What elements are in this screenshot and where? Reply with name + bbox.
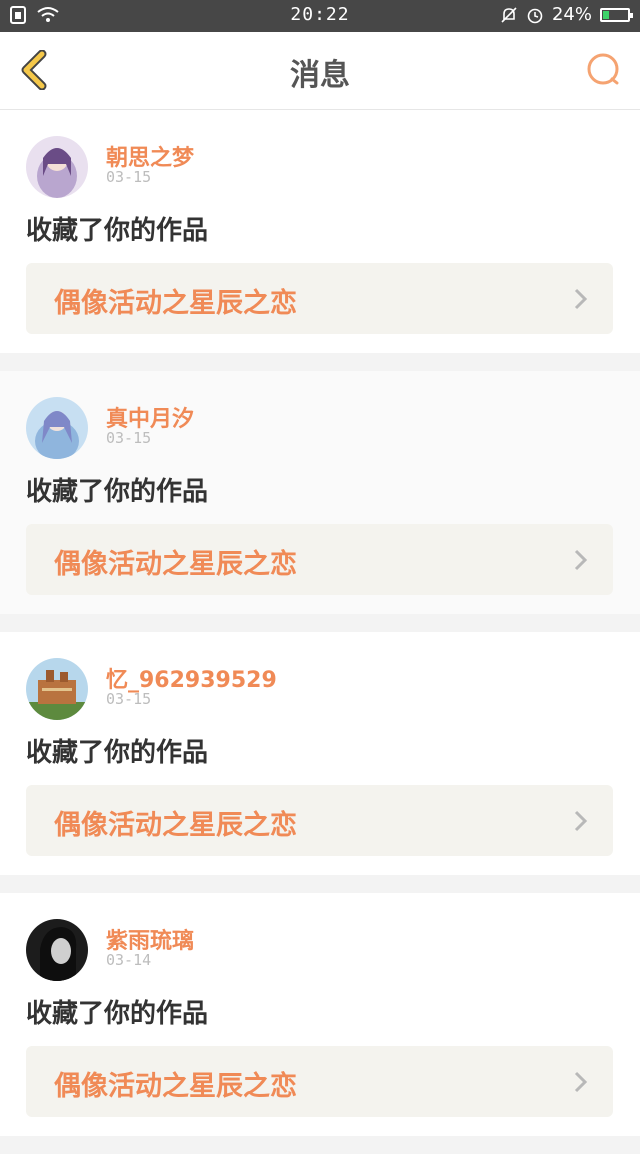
- message-date: 03-15: [106, 690, 152, 708]
- chevron-right-icon: [574, 549, 588, 571]
- search-icon[interactable]: [586, 52, 622, 88]
- message-card: 真中月汐 03-15 收藏了你的作品 偶像活动之星辰之恋: [0, 371, 640, 614]
- message-date: 03-15: [106, 168, 152, 186]
- avatar[interactable]: [26, 397, 88, 459]
- header-bar: 消息: [0, 32, 640, 110]
- battery-icon: [600, 7, 633, 22]
- work-title: 偶像活动之星辰之恋: [54, 288, 297, 319]
- avatar[interactable]: [26, 919, 88, 981]
- page-title: 消息: [290, 58, 350, 93]
- message-card: 忆_962939529 03-15 收藏了你的作品 偶像活动之星辰之恋: [0, 632, 640, 875]
- work-link[interactable]: 偶像活动之星辰之恋: [26, 1046, 613, 1117]
- battery-percent: 24%: [551, 4, 592, 25]
- message-date: 03-15: [106, 429, 152, 447]
- work-title: 偶像活动之星辰之恋: [54, 810, 297, 841]
- message-card: 朝思之梦 03-15 收藏了你的作品 偶像活动之星辰之恋: [0, 110, 640, 353]
- status-bar: 20:22 24%: [0, 0, 640, 32]
- action-text: 收藏了你的作品: [26, 477, 209, 507]
- mute-bell-icon: [501, 6, 517, 23]
- chevron-right-icon: [574, 288, 588, 310]
- action-text: 收藏了你的作品: [26, 216, 209, 246]
- alarm-icon: [527, 8, 543, 23]
- work-title: 偶像活动之星辰之恋: [54, 549, 297, 580]
- work-title: 偶像活动之星辰之恋: [54, 1071, 297, 1102]
- chevron-right-icon: [574, 810, 588, 832]
- status-right-icons: 24%: [500, 4, 633, 25]
- message-card: 紫雨琉璃 03-14 收藏了你的作品 偶像活动之星辰之恋: [0, 893, 640, 1136]
- action-text: 收藏了你的作品: [26, 999, 209, 1029]
- avatar[interactable]: [26, 658, 88, 720]
- work-link[interactable]: 偶像活动之星辰之恋: [26, 524, 613, 595]
- message-date: 03-14: [106, 951, 152, 969]
- action-text: 收藏了你的作品: [26, 738, 209, 768]
- chevron-right-icon: [574, 1071, 588, 1093]
- battery-fill: [603, 10, 610, 19]
- work-link[interactable]: 偶像活动之星辰之恋: [26, 263, 613, 334]
- message-list: 朝思之梦 03-15 收藏了你的作品 偶像活动之星辰之恋 真中月汐 03-15 …: [0, 110, 640, 1154]
- avatar[interactable]: [26, 136, 88, 198]
- work-link[interactable]: 偶像活动之星辰之恋: [26, 785, 613, 856]
